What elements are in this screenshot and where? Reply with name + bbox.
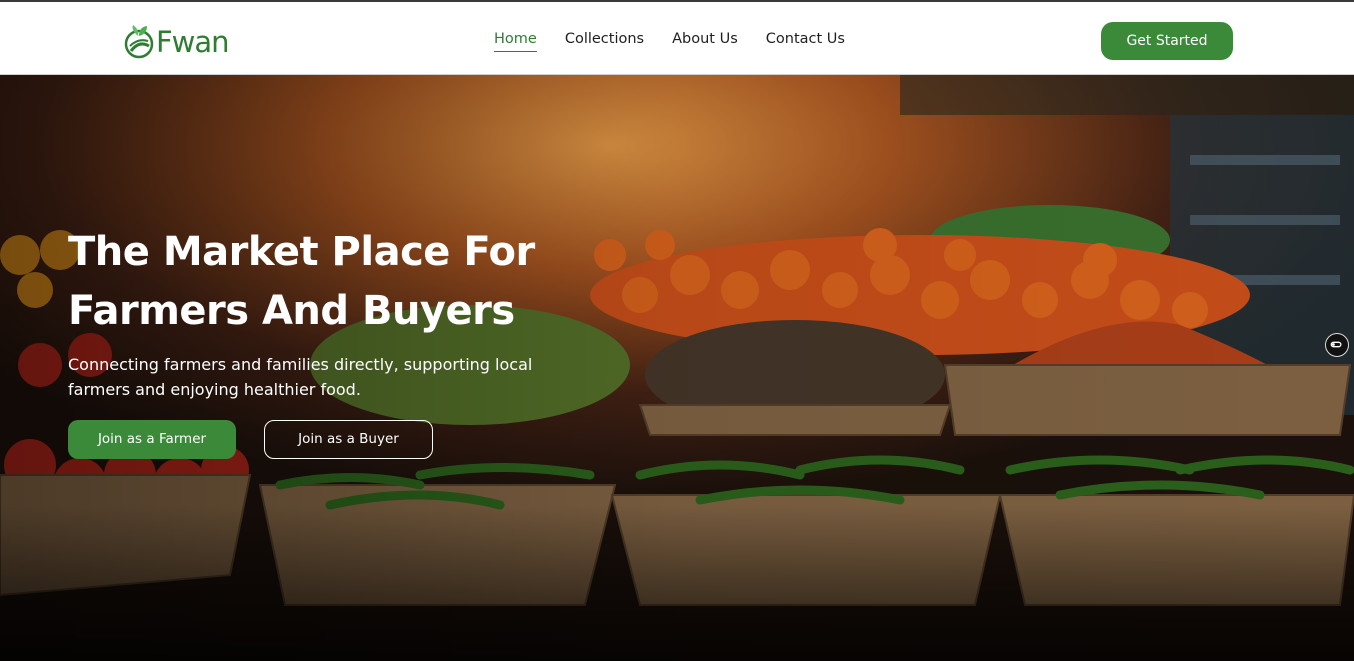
leaf-globe-icon (124, 25, 154, 59)
nav-collections[interactable]: Collections (565, 30, 644, 52)
hero-title-line-1: The Market Place For (68, 229, 535, 275)
hero-subtitle: Connecting farmers and families directly… (68, 355, 533, 399)
hero-section: The Market Place For Farmers And Buyers … (0, 75, 1354, 661)
nav-contact-us[interactable]: Contact Us (766, 30, 845, 52)
join-as-farmer-button[interactable]: Join as a Farmer (68, 420, 236, 459)
hero-title: The Market Place For Farmers And Buyers (68, 223, 628, 341)
main-nav: Home Collections About Us Contact Us (494, 30, 873, 52)
side-widget-button[interactable] (1325, 333, 1349, 357)
get-started-button[interactable]: Get Started (1101, 22, 1233, 60)
nav-about-us[interactable]: About Us (672, 30, 738, 52)
toggle-switch-icon (1330, 341, 1342, 348)
hero-buttons: Join as a Farmer Join as a Buyer (68, 420, 628, 459)
hero-content: The Market Place For Farmers And Buyers … (68, 223, 628, 459)
hero-title-line-2: Farmers And Buyers (68, 288, 515, 334)
brand-name: Fwan (156, 25, 230, 59)
nav-home[interactable]: Home (494, 30, 537, 52)
join-as-buyer-button[interactable]: Join as a Buyer (264, 420, 433, 459)
site-header: Fwan Home Collections About Us Contact U… (0, 2, 1354, 75)
logo[interactable]: Fwan (122, 22, 230, 62)
